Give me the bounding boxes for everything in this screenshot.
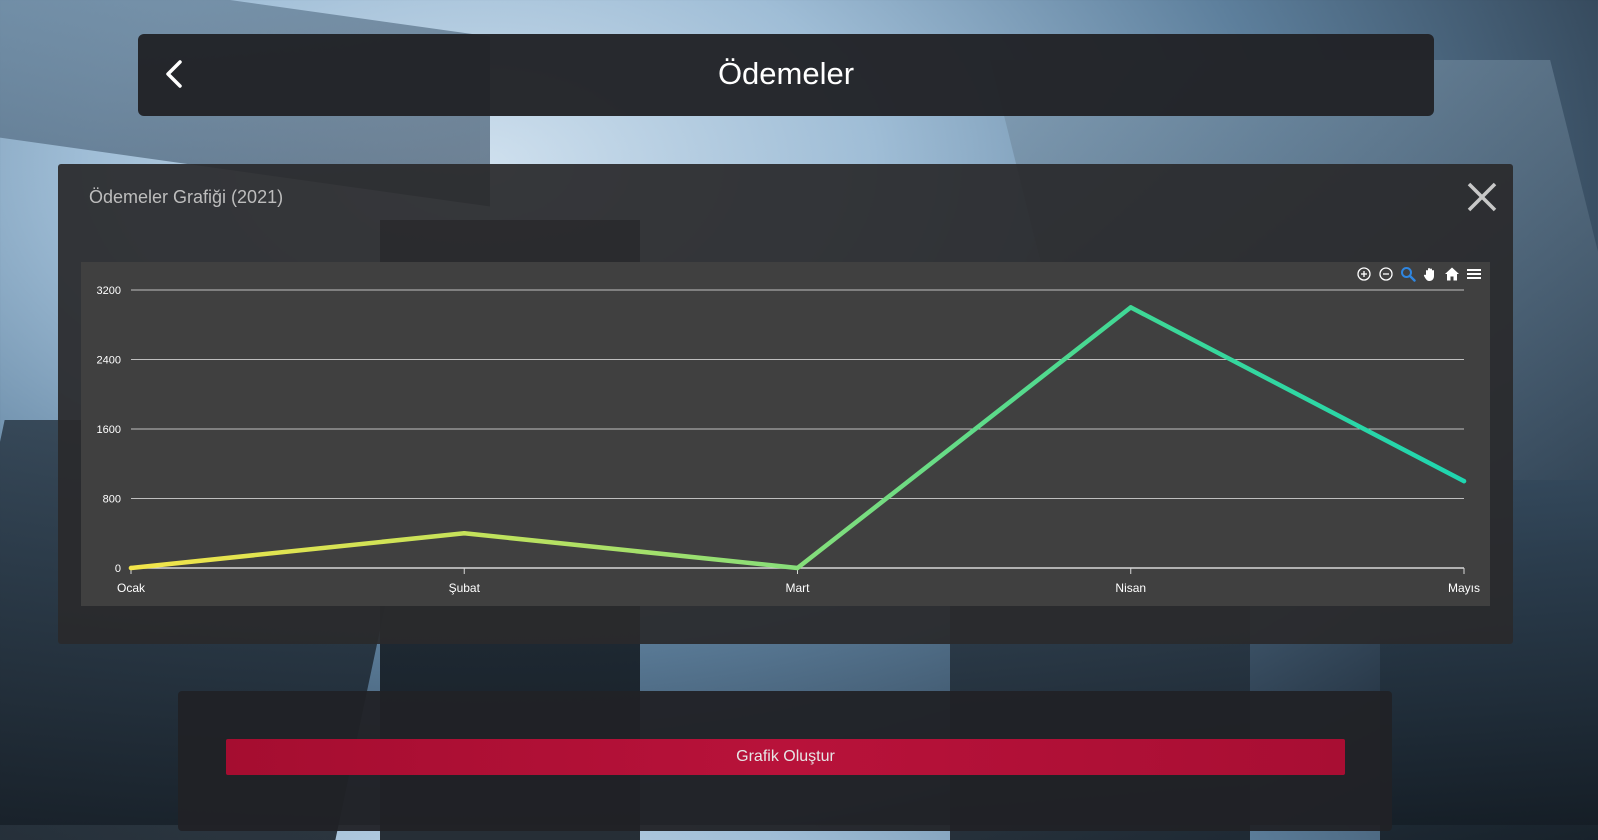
- zoom-out-icon[interactable]: [1378, 266, 1394, 282]
- data-point: [1461, 478, 1467, 484]
- reset-home-icon[interactable]: [1444, 266, 1460, 282]
- y-tick-label: 0: [115, 563, 121, 575]
- y-tick-label: 3200: [97, 285, 121, 297]
- data-point: [795, 565, 800, 571]
- page-title: Ödemeler: [717, 56, 855, 91]
- x-tick-label: Şubat: [449, 581, 481, 595]
- y-tick-label: 2400: [97, 355, 121, 367]
- x-tick-label: Mayıs: [1448, 581, 1480, 595]
- data-point: [128, 565, 134, 571]
- data-point: [462, 531, 467, 536]
- close-icon: [1467, 182, 1497, 212]
- chart-dialog: Ödemeler Grafiği (2021) 0 800 1600 2400 …: [58, 164, 1513, 644]
- chart-dialog-title: Ödemeler Grafiği (2021): [89, 187, 284, 207]
- pan-icon[interactable]: [1422, 266, 1438, 282]
- series-line: [128, 305, 1467, 571]
- zoom-in-icon[interactable]: [1356, 266, 1372, 282]
- actions-panel: Grafik Oluştur: [178, 691, 1392, 831]
- chart-container: 0 800 1600 2400 3200 Ocak Şubat Mart Nisan Mayıs: [81, 262, 1490, 606]
- y-tick-label: 1600: [97, 424, 121, 436]
- menu-icon[interactable]: [1466, 266, 1482, 282]
- x-tick-label: Nisan: [1115, 581, 1146, 595]
- y-tick-label: 800: [103, 494, 121, 506]
- create-chart-button[interactable]: Grafik Oluştur: [226, 739, 1345, 775]
- x-tick-label: Ocak: [117, 581, 146, 595]
- selection-zoom-icon[interactable]: [1400, 266, 1416, 282]
- close-button[interactable]: [1465, 180, 1499, 214]
- data-point: [1128, 305, 1133, 310]
- chart-toolbar: [1356, 266, 1482, 282]
- line-chart: 0 800 1600 2400 3200 Ocak Şubat Mart Nisan Mayıs: [97, 285, 1480, 595]
- page-header: Ödemeler: [138, 34, 1434, 116]
- x-tick-label: Mart: [786, 581, 811, 595]
